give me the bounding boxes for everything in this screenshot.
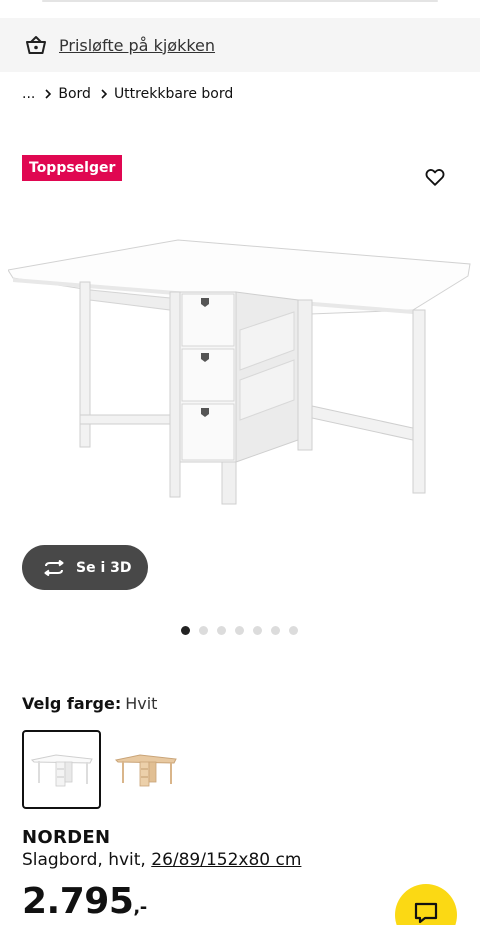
product-type: Slagbord, hvit, — [22, 850, 152, 870]
carousel-dots — [181, 626, 298, 635]
top-strip — [0, 0, 480, 18]
carousel-dot[interactable] — [181, 626, 190, 635]
heart-icon[interactable] — [424, 166, 446, 188]
breadcrumb: ... Bord Uttrekkbare bord — [22, 86, 233, 102]
chat-icon — [413, 901, 439, 925]
color-selector-label: Velg farge: Hvit — [22, 694, 157, 713]
color-value: Hvit — [125, 694, 158, 713]
chat-button[interactable] — [395, 884, 457, 925]
color-label: Velg farge: — [22, 694, 122, 713]
view-in-3d-button[interactable]: Se i 3D — [22, 545, 148, 590]
breadcrumb-item-uttrekkbare-bord[interactable]: Uttrekkbare bord — [114, 86, 233, 102]
white-table-swatch[interactable] — [22, 730, 101, 809]
product-image[interactable] — [7, 230, 472, 510]
product-price: 2.795,- — [22, 884, 147, 920]
product-name: NORDEN — [22, 827, 111, 848]
birch-table-swatch[interactable] — [106, 730, 185, 809]
price-amount: 2.795 — [22, 881, 134, 922]
promo-link[interactable]: Prisløfte på kjøkken — [59, 36, 215, 55]
carousel-dot[interactable] — [253, 626, 262, 635]
price-suffix: ,- — [133, 897, 147, 918]
carousel-dot[interactable] — [199, 626, 208, 635]
breadcrumb-ellipsis[interactable]: ... — [22, 86, 35, 102]
carousel-dot[interactable] — [289, 626, 298, 635]
view-in-3d-label: Se i 3D — [76, 559, 132, 576]
chevron-right-icon — [45, 89, 52, 99]
chevron-right-icon — [101, 89, 107, 99]
breadcrumb-item-bord[interactable]: Bord — [58, 86, 91, 102]
product-description: Slagbord, hvit, 26/89/152x80 cm — [22, 850, 301, 870]
carousel-dot[interactable] — [217, 626, 226, 635]
status-badge: Toppselger — [22, 155, 123, 181]
carousel-dot[interactable] — [271, 626, 280, 635]
rotate-3d-icon — [42, 556, 66, 580]
carousel-dot[interactable] — [235, 626, 244, 635]
promo-bar[interactable]: Prisløfte på kjøkken — [0, 18, 480, 72]
basket-icon — [24, 33, 48, 57]
divider — [42, 0, 438, 2]
product-dimensions-link[interactable]: 26/89/152x80 cm — [151, 850, 301, 870]
